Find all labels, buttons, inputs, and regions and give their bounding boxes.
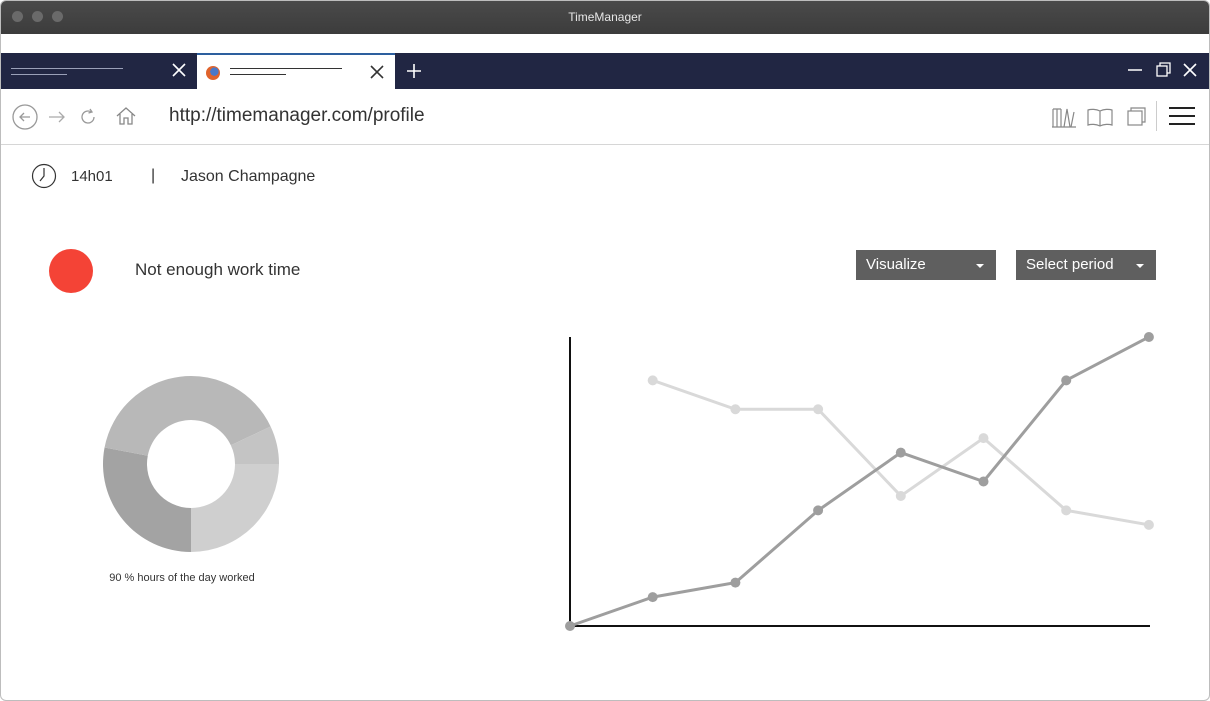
status-text: Not enough work time (135, 260, 301, 279)
close-tab-icon[interactable] (171, 62, 187, 78)
visualize-dropdown[interactable]: Visualize (856, 250, 996, 280)
data-point (1061, 375, 1072, 386)
chevron-down-icon (1136, 264, 1144, 268)
current-time: 14h01 (71, 168, 113, 185)
tab-inactive[interactable] (1, 53, 196, 89)
tab-active[interactable] (197, 53, 395, 89)
clock-icon (31, 163, 57, 189)
data-point (895, 447, 906, 458)
tab-strip (1, 53, 1209, 89)
home-icon[interactable] (115, 106, 137, 126)
data-point (978, 476, 989, 487)
sidebar-icon[interactable] (1126, 107, 1148, 127)
period-label: Select period (1026, 256, 1114, 273)
visualize-label: Visualize (866, 256, 926, 273)
series-line (569, 335, 1150, 628)
data-point (813, 404, 824, 415)
chevron-down-icon (976, 264, 984, 268)
reader-view-icon[interactable] (1086, 107, 1114, 127)
data-point (1061, 505, 1072, 516)
header-separator: | (151, 167, 156, 184)
donut-slice (102, 447, 191, 552)
data-point (730, 404, 741, 415)
data-point (978, 433, 989, 444)
data-point (647, 375, 658, 386)
user-name: Jason Champagne (181, 168, 316, 185)
period-dropdown[interactable]: Select period (1016, 250, 1156, 280)
data-point (1143, 519, 1154, 530)
donut-slice (191, 464, 279, 552)
window-title: TimeManager (568, 10, 642, 24)
data-point (647, 592, 658, 603)
toolbar-divider (1156, 101, 1157, 131)
menu-icon[interactable] (1168, 106, 1196, 126)
data-point (895, 490, 906, 501)
firefox-icon (206, 66, 220, 80)
title-bar: TimeManager (1, 1, 1209, 34)
new-tab-icon[interactable] (406, 63, 422, 79)
browser-window: TimeManager http://timemanager.com/profi… (0, 0, 1210, 701)
close-tab-icon[interactable] (369, 64, 385, 80)
restore-icon[interactable] (1155, 61, 1173, 79)
back-icon[interactable] (12, 104, 38, 130)
url-bar[interactable]: http://timemanager.com/profile (169, 105, 425, 127)
close-icon[interactable] (1181, 61, 1199, 79)
data-point (730, 577, 741, 588)
minimize-icon[interactable] (1126, 61, 1144, 79)
forward-icon[interactable] (47, 108, 67, 126)
data-point (1143, 332, 1154, 342)
data-point (813, 505, 824, 516)
nav-bar: http://timemanager.com/profile (1, 89, 1209, 145)
data-point (565, 621, 575, 631)
library-icon[interactable] (1051, 106, 1077, 128)
donut-caption: 90 % hours of the day worked (109, 572, 255, 584)
hours-donut-chart (102, 375, 279, 552)
reload-icon[interactable] (78, 107, 98, 127)
series-line (652, 378, 1150, 527)
status-indicator (49, 249, 93, 293)
